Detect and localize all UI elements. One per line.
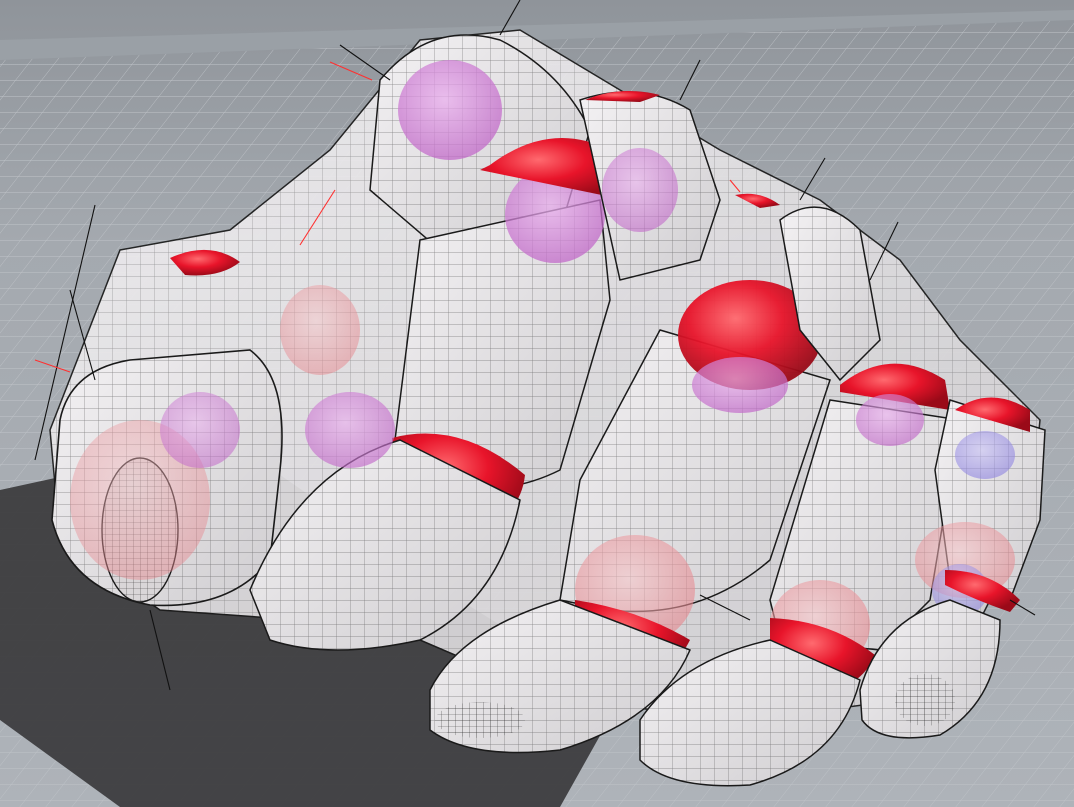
joint-sphere[interactable] xyxy=(955,431,1015,479)
joint-sphere[interactable] xyxy=(280,285,360,375)
joint-sphere[interactable] xyxy=(160,392,240,468)
joint-sphere[interactable] xyxy=(398,60,502,160)
joint-sphere[interactable] xyxy=(692,357,788,413)
joint-sphere[interactable] xyxy=(305,392,395,468)
joint-sphere[interactable] xyxy=(602,148,678,232)
joint-sphere[interactable] xyxy=(856,394,924,446)
scene-canvas[interactable] xyxy=(0,0,1074,807)
3d-viewport[interactable] xyxy=(0,0,1074,807)
